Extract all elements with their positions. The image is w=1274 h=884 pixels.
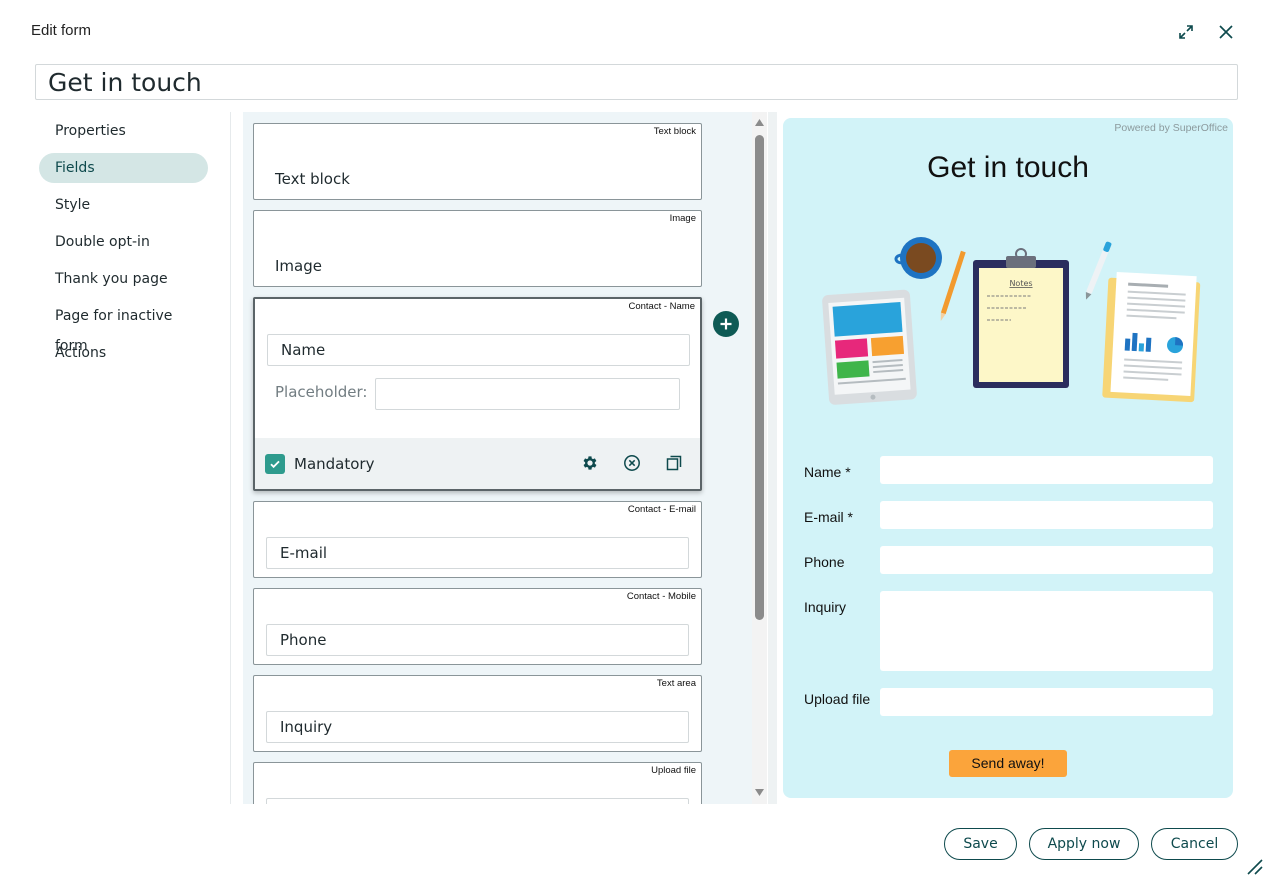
preview-inquiry-textarea[interactable]: [880, 591, 1213, 671]
sidebar-nav: Properties Fields Style Double opt-in Th…: [39, 116, 208, 375]
scroll-up-arrow[interactable]: [755, 119, 764, 128]
preview-upload-label: Upload file: [804, 691, 871, 707]
form-preview: Powered by SuperOffice Get in touch Note…: [783, 118, 1233, 798]
preview-name-label: Name *: [804, 464, 851, 480]
plus-circle-icon: [720, 318, 732, 330]
resize-grip-icon[interactable]: [1244, 856, 1264, 876]
check-icon: [270, 460, 280, 469]
sidebar-item-inactive-form-page[interactable]: Page for inactive form: [39, 301, 208, 354]
fields-scrollbar[interactable]: [752, 112, 767, 804]
field-label-input[interactable]: Name: [267, 334, 690, 366]
sidebar-item-fields[interactable]: Fields: [39, 153, 208, 183]
field-label-input[interactable]: E-mail: [266, 537, 689, 569]
field-type-label: Text area: [656, 678, 696, 689]
field-label-input[interactable]: Phone: [266, 624, 689, 656]
form-name-input[interactable]: Get in touch: [35, 64, 1238, 100]
field-card-phone[interactable]: Contact - Mobile Phone: [253, 588, 702, 665]
powered-by-text: Powered by SuperOffice: [1114, 122, 1228, 134]
preview-email-input[interactable]: [880, 501, 1213, 529]
gear-icon[interactable]: [580, 453, 600, 473]
close-icon[interactable]: [1216, 22, 1236, 42]
field-card-toolbar: Mandatory: [255, 438, 700, 489]
placeholder-input[interactable]: [375, 378, 680, 410]
mandatory-label: Mandatory: [294, 455, 375, 473]
preview-phone-input[interactable]: [880, 546, 1213, 574]
sidebar-item-style[interactable]: Style: [39, 190, 208, 220]
preview-title: Get in touch: [927, 151, 1089, 184]
scroll-thumb[interactable]: [755, 135, 764, 620]
field-card-upload-file[interactable]: Upload file: [253, 762, 702, 804]
dialog-title: Edit form: [31, 22, 92, 39]
panel-divider: [768, 112, 777, 804]
notes-heading: Notes: [1009, 279, 1032, 288]
mandatory-checkbox[interactable]: [265, 454, 285, 474]
preview-upload-input[interactable]: [880, 688, 1213, 716]
field-card-text-block[interactable]: Text block Text block: [253, 123, 702, 200]
field-label-input[interactable]: [266, 798, 689, 804]
field-label-input[interactable]: Inquiry: [266, 711, 689, 743]
circle-x-icon[interactable]: [622, 453, 642, 473]
desk-illustration: Notes: [822, 237, 1201, 405]
field-card-image[interactable]: Image Image: [253, 210, 702, 287]
field-label: Image: [275, 257, 322, 275]
copy-icon[interactable]: [664, 453, 684, 473]
field-type-label: Contact - E-mail: [627, 504, 696, 515]
preview-name-input[interactable]: [880, 456, 1213, 484]
sidebar-item-actions[interactable]: Actions: [39, 338, 208, 368]
field-type-label: Contact - Mobile: [626, 591, 696, 602]
fields-list: Text block Text block Image Image Contac…: [243, 112, 752, 804]
sidebar-item-thank-you-page[interactable]: Thank you page: [39, 264, 208, 294]
field-card-name[interactable]: Contact - Name Name Placeholder: Mandato…: [253, 297, 702, 491]
field-label: Text block: [275, 170, 350, 188]
field-type-label: Text block: [653, 126, 696, 137]
expand-icon[interactable]: [1176, 22, 1196, 42]
sidebar-divider: [230, 112, 231, 804]
field-card-inquiry[interactable]: Text area Inquiry: [253, 675, 702, 752]
field-type-label: Contact - Name: [628, 301, 695, 312]
cancel-button[interactable]: Cancel: [1151, 828, 1238, 860]
preview-inquiry-label: Inquiry: [804, 599, 847, 615]
add-field-button[interactable]: [713, 311, 739, 337]
preview-phone-label: Phone: [804, 554, 845, 570]
preview-submit-button[interactable]: Send away!: [949, 750, 1067, 777]
field-type-label: Image: [669, 213, 696, 224]
field-type-label: Upload file: [651, 765, 696, 776]
preview-email-label: E-mail *: [804, 509, 854, 525]
sidebar-item-properties[interactable]: Properties: [39, 116, 208, 146]
apply-now-button[interactable]: Apply now: [1029, 828, 1139, 860]
scroll-down-arrow[interactable]: [755, 789, 764, 798]
field-card-email[interactable]: Contact - E-mail E-mail: [253, 501, 702, 578]
sidebar-item-double-opt-in[interactable]: Double opt-in: [39, 227, 208, 257]
placeholder-label: Placeholder:: [275, 383, 368, 401]
save-button[interactable]: Save: [944, 828, 1017, 860]
